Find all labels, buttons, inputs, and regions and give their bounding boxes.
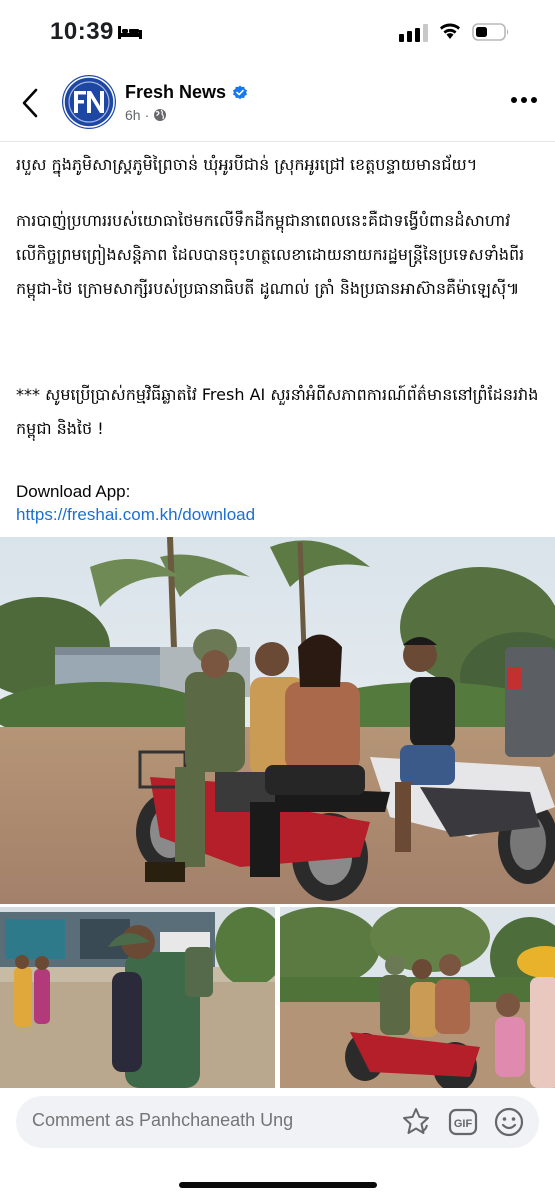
post-time[interactable]: 6h [125, 107, 141, 123]
paragraph-1: ការបាញ់ប្រហាររបស់យោធាថៃមកលើទឹកដីកម្ពុជាន… [16, 211, 525, 298]
fresh-news-logo [63, 76, 115, 128]
status-time: 10:39 [50, 18, 114, 45]
sticker-icon[interactable] [400, 1106, 432, 1138]
status-bar: 10:39 [0, 0, 555, 64]
wifi-icon [440, 23, 460, 39]
photo-main-image [0, 537, 555, 904]
photo-soldier-evacuating[interactable] [0, 907, 275, 1088]
photo-soldier-family[interactable] [280, 907, 555, 1088]
more-options-icon[interactable] [511, 97, 537, 103]
page-avatar[interactable] [62, 75, 116, 129]
post-header: Fresh News 6h · [0, 64, 555, 142]
meta-separator: · [144, 107, 150, 123]
battery-icon [472, 23, 509, 41]
bed-icon [118, 26, 142, 39]
post-meta: 6h · [125, 107, 167, 123]
photo-left-image [0, 907, 275, 1088]
svg-text:GIF: GIF [454, 1118, 473, 1130]
home-indicator [179, 1182, 377, 1188]
comment-bar: GIF [16, 1096, 539, 1148]
photo-soldier-motorbike[interactable] [0, 537, 555, 904]
comment-input[interactable] [32, 1110, 382, 1131]
download-label: Download App: [16, 482, 131, 501]
photo-right-image [280, 907, 555, 1088]
gif-icon[interactable]: GIF [448, 1107, 478, 1137]
emoji-icon[interactable] [493, 1106, 525, 1138]
page-name[interactable]: Fresh News [125, 82, 248, 103]
download-section: Download App: https://freshai.com.kh/dow… [16, 480, 541, 526]
paragraph-2: *** សូមប្រើប្រាស់កម្មវិធីឆ្លាតវៃ Fresh A… [16, 385, 539, 438]
verified-badge-icon [233, 85, 248, 99]
page-name-text[interactable]: Fresh News [125, 82, 226, 103]
globe-icon [154, 109, 167, 121]
back-arrow-icon[interactable] [18, 86, 46, 120]
post-paragraph-partial: របួស ក្នុងភូមិសាស្ត្រភូមិព្រៃចាន់ ឃុំអូរ… [16, 142, 541, 194]
paragraph-top: របួស ក្នុងភូមិសាស្ត្រភូមិព្រៃចាន់ ឃុំអូរ… [16, 155, 478, 174]
cellular-signal-icon [399, 24, 428, 42]
download-link[interactable]: https://freshai.com.kh/download [16, 503, 541, 526]
